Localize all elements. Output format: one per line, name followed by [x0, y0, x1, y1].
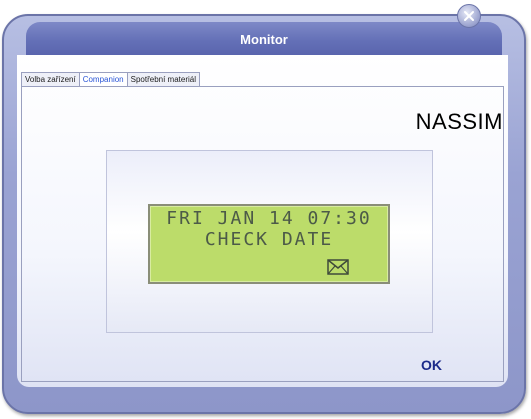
close-icon [464, 11, 474, 21]
tab-bar: Volba zařízení Companion Spotřební mater… [21, 70, 200, 87]
window-title: Monitor [240, 32, 288, 47]
lcd-line-2: CHECK DATE [204, 229, 334, 250]
tab-device-selection[interactable]: Volba zařízení [21, 72, 80, 86]
tab-consumables[interactable]: Spotřební materiál [126, 72, 200, 86]
device-name: NASSIM [415, 109, 503, 134]
envelope-icon [327, 259, 349, 275]
close-button[interactable] [457, 4, 481, 28]
tab-companion[interactable]: Companion [78, 72, 128, 87]
title-bar: Monitor [26, 22, 502, 56]
lcd-screen: FRI JAN 14 07:30 CHECK DATE [148, 204, 390, 284]
lcd-line-1: FRI JAN 14 07:30 [166, 208, 372, 229]
ok-button[interactable]: OK [421, 357, 442, 373]
